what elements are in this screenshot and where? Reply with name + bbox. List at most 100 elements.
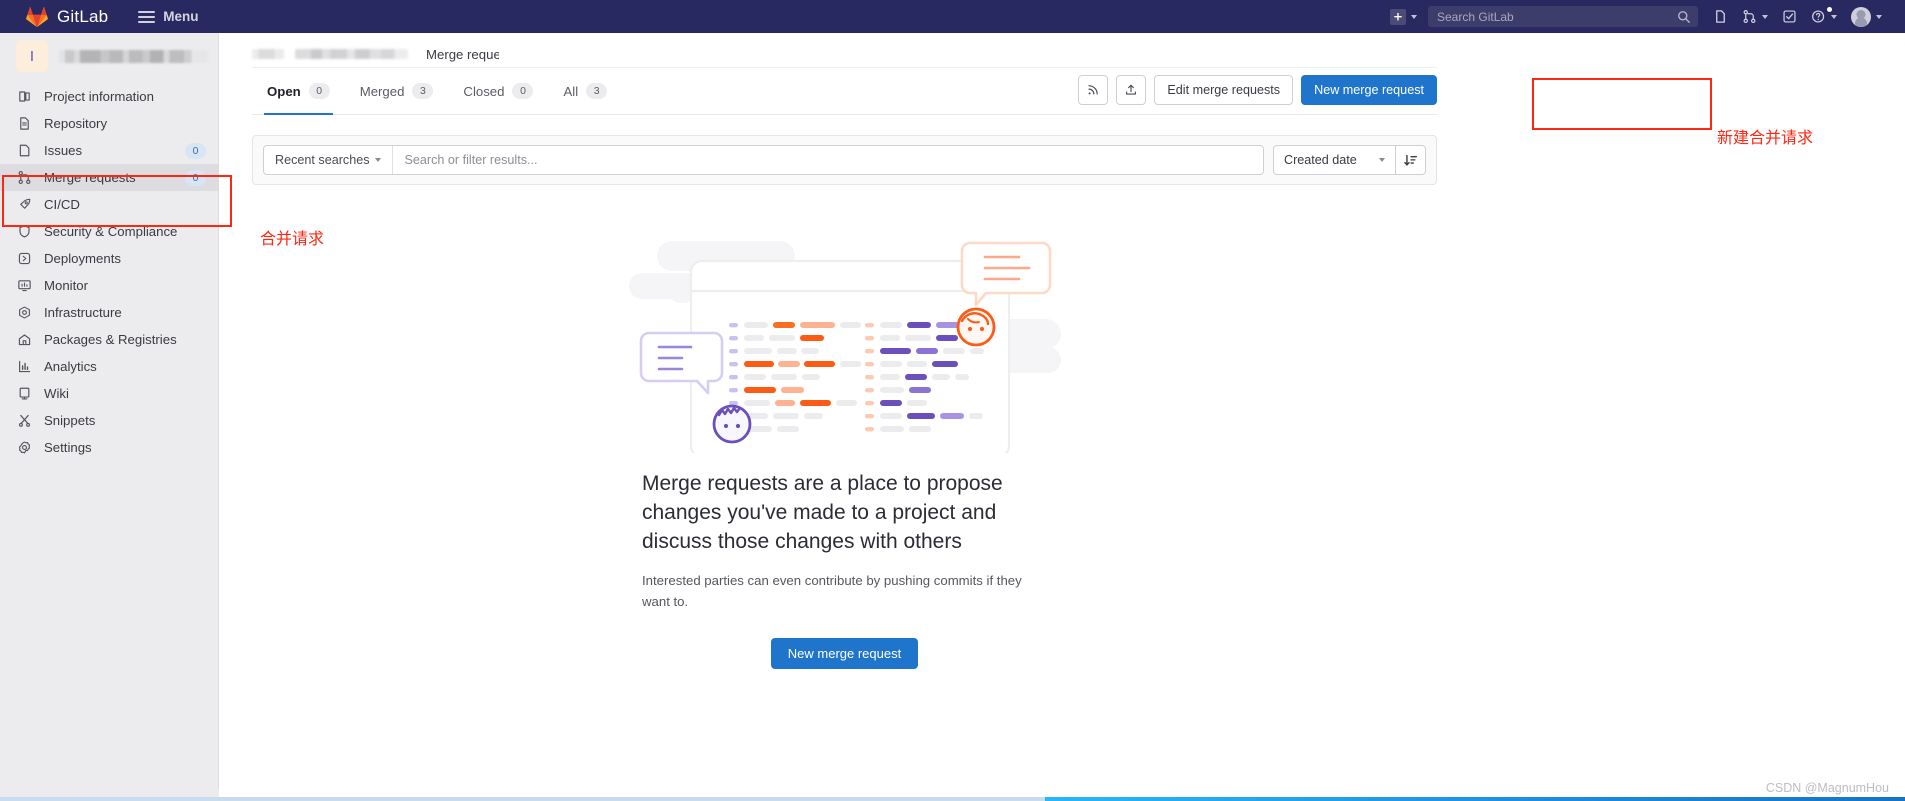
sidebar-item-label: Security & Compliance (44, 224, 178, 239)
sort-group: Created date (1273, 145, 1426, 175)
merge-request-empty-illustration (628, 241, 1061, 453)
navbar-right-group (1383, 0, 1905, 33)
merge-requests-nav-button[interactable] (1735, 0, 1775, 33)
sidebar-item-label: Merge requests (44, 170, 136, 185)
tab-label: Open (267, 83, 301, 99)
sidebar-item-project-information[interactable]: Project information (0, 83, 218, 110)
filter-bar: Recent searches Search or filter results… (252, 135, 1437, 185)
search-filter-group[interactable]: Recent searches Search or filter results… (263, 145, 1264, 175)
sidebar-item-label: Project information (44, 89, 154, 104)
project-information-icon (16, 89, 33, 105)
tab-count: 0 (512, 83, 534, 99)
breadcrumb-current: Merge request (426, 47, 514, 62)
export-upload-icon (1126, 84, 1137, 95)
sidebar-nav-list: Project information Repository Issues 0 (0, 83, 218, 461)
breadcrumb-group-redacted[interactable] (252, 49, 284, 59)
empty-state-cta-wrap: New merge request (642, 638, 1047, 669)
deployments-icon (16, 251, 33, 267)
sidebar-item-label: Analytics (44, 359, 97, 374)
export-button[interactable] (1116, 74, 1147, 105)
sidebar-item-infrastructure[interactable]: Infrastructure (0, 299, 218, 326)
tab-label: Closed (463, 83, 505, 99)
sidebar-item-monitor[interactable]: Monitor (0, 272, 218, 299)
sidebar-item-label: Repository (44, 116, 108, 131)
main-content: Merge request Open 0 Merged 3 Closed 0 A… (220, 33, 1905, 801)
sidebar-item-security-compliance[interactable]: Security & Compliance (0, 218, 218, 245)
sidebar-item-label: Infrastructure (44, 305, 122, 320)
empty-state: Merge requests are a place to propose ch… (252, 223, 1437, 669)
bottom-scrollbar-thumb[interactable] (1045, 797, 1905, 801)
search-input[interactable] (1435, 8, 1677, 25)
monitor-icon (16, 278, 33, 294)
sidebar-item-wiki[interactable]: Wiki (0, 380, 218, 407)
sidebar-item-issues[interactable]: Issues 0 (0, 137, 218, 164)
issues-count-badge: 0 (185, 142, 206, 159)
issues-icon (16, 143, 33, 159)
tab-label: Merged (359, 83, 405, 99)
empty-state-description: Interested parties can even contribute b… (642, 573, 1022, 609)
rss-feed-button[interactable] (1078, 74, 1109, 105)
sidebar-item-settings[interactable]: Settings (0, 434, 218, 461)
chevron-down-icon (1411, 14, 1417, 19)
filter-search-input[interactable]: Search or filter results... (393, 146, 1263, 174)
sidebar-item-cicd[interactable]: CI/CD (0, 191, 218, 218)
global-search-box[interactable] (1428, 6, 1698, 27)
sidebar-item-label: Issues (44, 143, 83, 158)
menu-button[interactable]: Menu (138, 8, 199, 26)
empty-state-text: Merge requests are a place to propose ch… (642, 453, 1047, 669)
recent-searches-dropdown[interactable]: Recent searches (264, 146, 393, 174)
sort-direction-button[interactable] (1395, 145, 1426, 175)
package-icon (16, 332, 33, 348)
sidebar-item-repository[interactable]: Repository (0, 110, 218, 137)
tab-merged[interactable]: Merged 3 (345, 68, 449, 114)
sidebar-item-deployments[interactable]: Deployments (0, 245, 218, 272)
sidebar-item-label: Deployments (44, 251, 121, 266)
gitlab-brand[interactable]: GitLab (26, 6, 108, 28)
toolbar-actions: Edit merge requests New merge request (1078, 68, 1437, 114)
create-new-button[interactable] (1383, 0, 1424, 33)
annotation-label-new-merge-request: 新建合并请求 (1717, 128, 1814, 147)
sort-by-value: Created date (1284, 153, 1357, 167)
edit-merge-requests-button[interactable]: Edit merge requests (1154, 74, 1294, 105)
project-header[interactable]: I (0, 33, 218, 79)
todo-check-icon (1783, 10, 1796, 23)
sidebar-item-label: Settings (44, 440, 92, 455)
state-tabs: Open 0 Merged 3 Closed 0 All 3 (252, 68, 622, 115)
tab-open[interactable]: Open 0 (252, 68, 345, 115)
sort-by-select[interactable]: Created date (1273, 145, 1395, 175)
chevron-down-icon (374, 158, 381, 162)
tab-count: 3 (412, 83, 434, 99)
user-menu-button[interactable] (1844, 0, 1889, 33)
sidebar-item-snippets[interactable]: Snippets (0, 407, 218, 434)
menu-label: Menu (163, 9, 199, 24)
help-nav-button[interactable] (1804, 0, 1844, 33)
tab-closed[interactable]: Closed 0 (448, 68, 548, 114)
new-merge-request-button[interactable]: New merge request (1301, 74, 1437, 105)
breadcrumb-project-redacted[interactable] (295, 49, 408, 59)
hamburger-icon (138, 8, 156, 26)
sidebar-item-packages-registries[interactable]: Packages & Registries (0, 326, 218, 353)
todos-nav-button[interactable] (1775, 0, 1804, 33)
recent-searches-label: Recent searches (275, 153, 370, 167)
empty-state-new-merge-request-button[interactable]: New merge request (770, 638, 919, 669)
merge-request-icon (1743, 9, 1756, 24)
sidebar-item-merge-requests[interactable]: Merge requests 0 (0, 164, 218, 191)
plus-square-icon (1390, 8, 1406, 25)
issues-nav-button[interactable] (1706, 0, 1735, 33)
tab-label: All (563, 83, 579, 99)
watermark: CSDN @MagnumHou (1765, 781, 1889, 795)
wiki-book-icon (16, 386, 33, 402)
sidebar-item-label: CI/CD (44, 197, 80, 212)
sidebar-item-analytics[interactable]: Analytics (0, 353, 218, 380)
sidebar-item-label: Packages & Registries (44, 332, 177, 347)
tab-all[interactable]: All 3 (548, 68, 622, 114)
chevron-down-icon (1831, 14, 1837, 19)
rocket-icon (16, 197, 33, 213)
sidebar-item-label: Wiki (44, 386, 69, 401)
sort-descending-icon (1404, 154, 1417, 166)
gitlab-tanuki-logo (26, 6, 48, 27)
project-sidebar: I Project information Repository Issues … (0, 33, 219, 801)
top-navbar: GitLab Menu (0, 0, 1905, 33)
shield-icon (16, 224, 33, 240)
empty-state-title: Merge requests are a place to propose ch… (642, 472, 1003, 553)
